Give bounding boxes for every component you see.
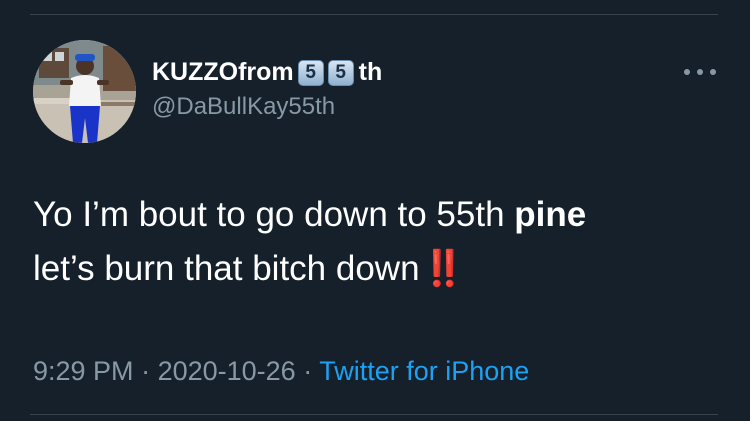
tweet-metadata: 9:29 PM · 2020-10-26 · Twitter for iPhon… (33, 356, 529, 387)
tweet-text-line-2: let’s burn that bitch down‼️ (33, 242, 723, 296)
bottom-divider (30, 414, 718, 415)
more-horizontal-icon[interactable] (684, 62, 716, 82)
tweet-text-prefix: Yo I’m bout to go down to 55th (33, 195, 515, 234)
more-dot (697, 69, 703, 75)
display-name-text: KUZZOfrom (152, 58, 294, 86)
tweet-text-line-1: Yo I’m bout to go down to 55th pine (33, 188, 723, 242)
keycap-5-emoji: 5 (297, 59, 324, 86)
display-name[interactable]: KUZZOfrom 5 5 th (152, 58, 382, 87)
user-handle[interactable]: @DaBullKay55th (152, 93, 335, 121)
avatar[interactable] (33, 40, 136, 143)
double-exclamation-emoji: ‼️ (421, 249, 466, 288)
keycap-5-emoji: 5 (327, 59, 354, 86)
meta-separator: · (295, 356, 320, 386)
display-name-suffix: th (358, 58, 383, 86)
meta-separator: · (133, 356, 158, 386)
more-dot (710, 69, 716, 75)
tweet-time[interactable]: 9:29 PM (33, 356, 134, 386)
avatar-photo (33, 40, 136, 143)
tweet-text-line-2-text: let’s burn that bitch down (33, 249, 420, 288)
tweet-text-bold: pine (514, 195, 587, 234)
top-divider (30, 14, 718, 15)
tweet-text: Yo I’m bout to go down to 55th pine let’… (33, 188, 723, 296)
tweet-source-link[interactable]: Twitter for iPhone (319, 356, 529, 386)
more-dot (684, 69, 690, 75)
tweet-date[interactable]: 2020-10-26 (158, 356, 296, 386)
